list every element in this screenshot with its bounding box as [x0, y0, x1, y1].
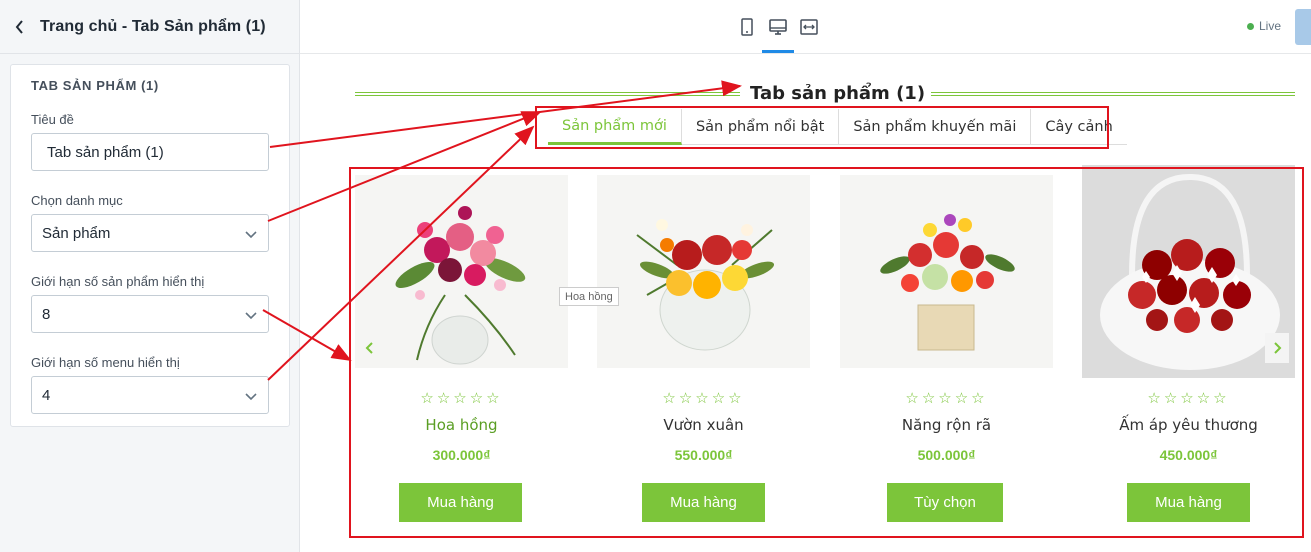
desktop-icon — [769, 19, 787, 35]
sidebar-header: Trang chủ - Tab Sản phẩm (1) — [0, 0, 299, 54]
carousel-prev-button[interactable] — [358, 333, 382, 363]
live-status: Live — [1247, 19, 1281, 33]
product-name[interactable]: Ấm áp yêu thương — [1062, 416, 1311, 434]
product-price: 300.000₫ — [432, 447, 491, 463]
section-divider-right — [905, 92, 1295, 96]
preview-toolbar: Live — [300, 0, 1311, 54]
rating-stars: ☆☆☆☆☆ — [1147, 390, 1230, 407]
product-name[interactable]: Hoa hồng — [335, 416, 588, 434]
buy-button[interactable]: Mua hàng — [1127, 483, 1250, 522]
buy-button[interactable]: Mua hàng — [399, 483, 522, 522]
settings-card: TAB SẢN PHẨM (1) Tiêu đề Tab sản phẩm (1… — [10, 64, 290, 427]
product-price: 450.000₫ — [1159, 447, 1218, 463]
chevron-down-icon — [245, 231, 257, 239]
card-title: TAB SẢN PHẨM (1) — [31, 78, 159, 93]
buy-button[interactable]: Mua hàng — [642, 483, 765, 522]
mobile-view-button[interactable] — [736, 16, 758, 38]
product-price: 500.000₫ — [917, 447, 976, 463]
rating-stars: ☆☆☆☆☆ — [905, 390, 988, 407]
tab-sale-products[interactable]: Sản phẩm khuyến mãi — [839, 109, 1032, 145]
title-input[interactable]: Tab sản phẩm (1) — [31, 133, 269, 171]
category-label: Chọn danh mục — [31, 193, 123, 208]
flower-basket-image — [1082, 165, 1295, 378]
product-image[interactable] — [355, 175, 568, 368]
product-name[interactable]: Năng rộn rã — [820, 416, 1073, 434]
product-name[interactable]: Vườn xuân — [577, 416, 830, 434]
section-title: Tab sản phẩm (1) — [744, 83, 932, 104]
chevron-down-icon — [245, 393, 257, 401]
rating-stars: ☆☆☆☆☆ — [662, 390, 745, 407]
product-price: 550.000₫ — [674, 447, 733, 463]
live-label: Live — [1259, 19, 1282, 33]
chevron-down-icon — [245, 312, 257, 320]
title-input-value: Tab sản phẩm (1) — [47, 143, 164, 161]
menu-limit-label: Giới hạn số menu hiển thị — [31, 355, 180, 370]
product-limit-select[interactable]: 8 — [31, 295, 269, 333]
menu-limit-value: 4 — [42, 386, 51, 404]
section-divider-left — [355, 92, 740, 96]
fullwidth-icon — [800, 19, 818, 35]
product-image[interactable] — [1082, 165, 1295, 378]
mobile-icon — [741, 18, 753, 36]
desktop-view-button[interactable] — [767, 16, 789, 38]
tab-featured-products[interactable]: Sản phẩm nổi bật — [682, 109, 840, 145]
product-limit-label: Giới hạn số sản phẩm hiển thị — [31, 274, 205, 289]
back-button[interactable] — [0, 0, 40, 54]
carousel-next-button[interactable] — [1265, 333, 1289, 363]
live-dot-icon — [1247, 22, 1254, 30]
publish-button[interactable] — [1295, 9, 1311, 45]
active-device-indicator — [762, 50, 794, 53]
tab-plants[interactable]: Cây cảnh — [1031, 109, 1126, 145]
chevron-right-icon — [1274, 342, 1282, 354]
editor-sidebar: Trang chủ - Tab Sản phẩm (1) TAB SẢN PHẨ… — [0, 0, 300, 552]
category-select[interactable]: Sản phẩm — [31, 214, 269, 252]
category-select-value: Sản phẩm — [42, 224, 111, 242]
flower-box-image — [840, 175, 1053, 368]
product-image[interactable] — [597, 175, 810, 368]
product-image[interactable] — [840, 175, 1053, 368]
flower-bowl-image — [597, 175, 810, 368]
rating-stars: ☆☆☆☆☆ — [420, 390, 503, 407]
title-label: Tiêu đề — [31, 112, 74, 127]
sidebar-title: Trang chủ - Tab Sản phẩm (1) — [40, 17, 266, 35]
options-button[interactable]: Tùy chọn — [887, 483, 1003, 522]
fullwidth-view-button[interactable] — [798, 16, 820, 38]
tab-new-products[interactable]: Sản phẩm mới — [548, 109, 682, 145]
menu-limit-select[interactable]: 4 — [31, 376, 269, 414]
chevron-left-icon — [365, 342, 373, 354]
chevron-left-icon — [15, 19, 23, 34]
flower-bouquet-image — [355, 175, 568, 368]
product-tooltip: Hoa hồng — [559, 287, 619, 306]
product-tabs: Sản phẩm mới Sản phẩm nổi bật Sản phẩm k… — [548, 109, 1127, 145]
product-limit-value: 8 — [42, 305, 51, 323]
